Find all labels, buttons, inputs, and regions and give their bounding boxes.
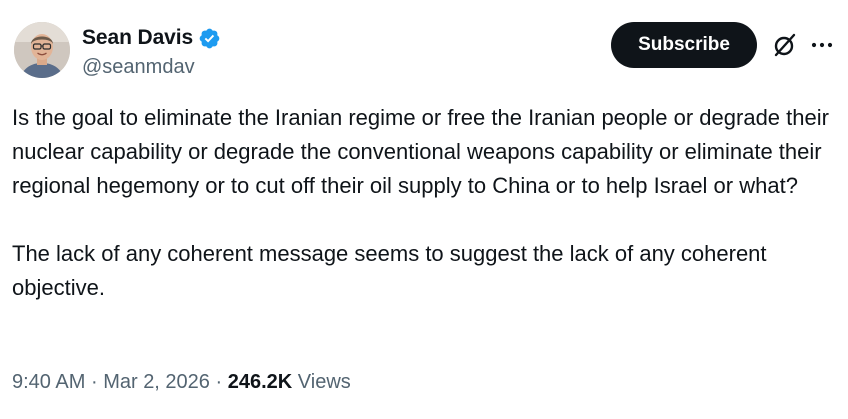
author-display-name[interactable]: Sean Davis (82, 26, 193, 50)
tweet-card: Sean Davis @seanmdav Subscribe Is the go… (0, 0, 848, 419)
tweet-paragraph: The lack of any coherent message seems t… (12, 241, 767, 300)
more-horizontal-icon[interactable] (808, 31, 836, 59)
views-count: 246.2K (227, 371, 293, 393)
tweet-date[interactable]: Mar 2, 2026 (103, 371, 210, 393)
meta-separator: · (90, 371, 98, 393)
meta-separator: · (215, 371, 223, 393)
verified-badge-icon[interactable] (198, 27, 221, 50)
slashed-circle-icon[interactable] (771, 31, 799, 59)
tweet-time[interactable]: 9:40 AM (12, 371, 85, 393)
tweet-meta: 9:40 AM · Mar 2, 2026 · 246.2K Views (12, 371, 351, 394)
tweet-paragraph: Is the goal to eliminate the Iranian reg… (12, 105, 829, 198)
tweet-text: Is the goal to eliminate the Iranian reg… (12, 101, 832, 305)
avatar-image (14, 22, 70, 78)
subscribe-button[interactable]: Subscribe (611, 22, 757, 68)
author-handle[interactable]: @seanmdav (82, 56, 195, 79)
avatar[interactable] (14, 22, 70, 78)
author-name-row: Sean Davis (82, 26, 221, 50)
views-label: Views (297, 371, 351, 393)
